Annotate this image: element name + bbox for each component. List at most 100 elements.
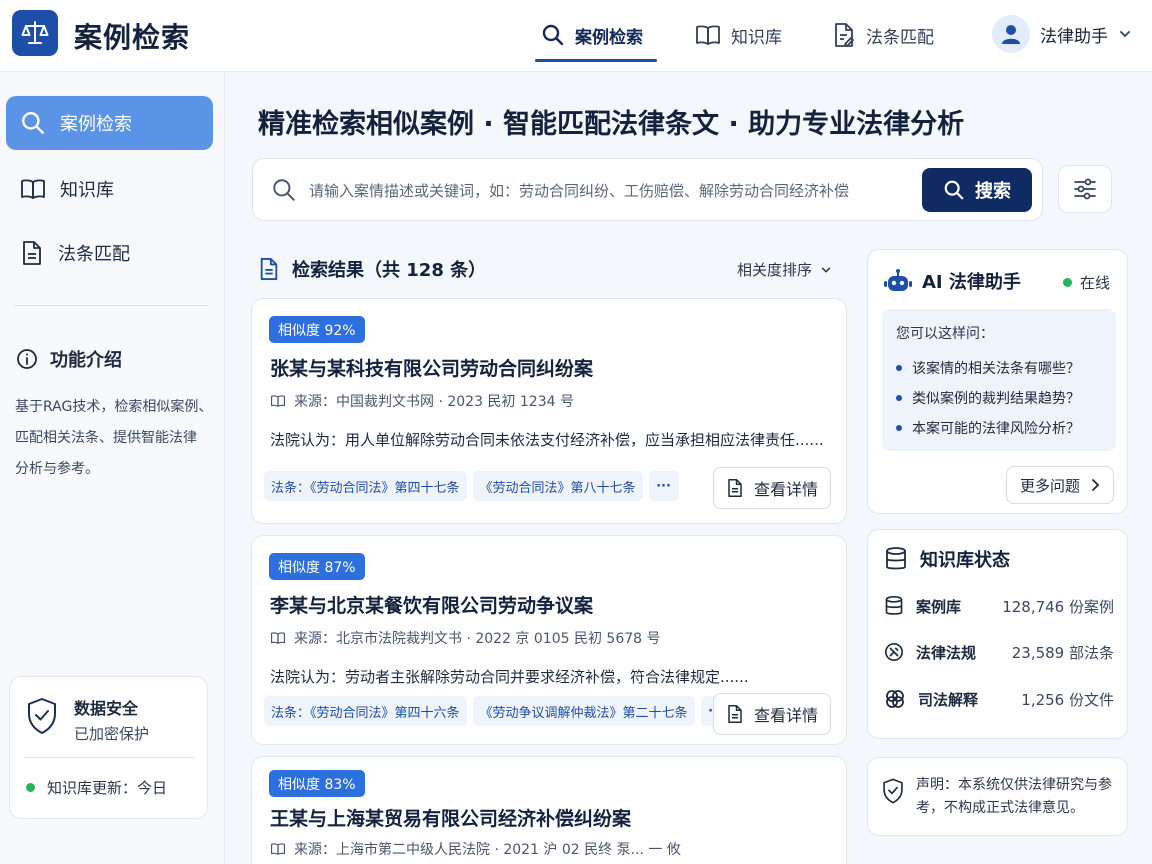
online-status: 在线 xyxy=(1063,272,1110,293)
sidebar-item-label: 案例检索 xyxy=(60,114,132,135)
active-tab-indicator xyxy=(535,59,657,62)
bullet-icon xyxy=(896,395,902,401)
kb-stat-row: 法律法规 23,589 部法条 xyxy=(884,640,1114,664)
filter-button[interactable] xyxy=(1058,165,1112,213)
nav-tab-case-search[interactable]: 案例检索 xyxy=(541,18,643,52)
case-summary: 法院认为：用人单位解除劳动合同未依法支付经济补偿，应当承担相应法律责任.....… xyxy=(270,431,824,449)
sidebar: 案例检索 知识库 法条匹配 功能介绍 基于RAG技术，检索相似案例、 匹配相关法… xyxy=(0,72,225,864)
case-card[interactable]: 相似度 92% 张某与某科技有限公司劳动合同纠纷案 来源：中国裁判文书网 · 2… xyxy=(251,298,847,524)
book-icon xyxy=(696,25,720,45)
nav-tab-label: 案例检索 xyxy=(575,27,643,48)
kb-stat-label: 法律法规 xyxy=(916,643,977,662)
search-placeholder: 请输入案情描述或关键词，如：劳动合同纠纷、工伤赔偿、解除劳动合同经济补偿 xyxy=(309,182,850,200)
page-slogan: 精准检索相似案例 · 智能匹配法律条文 · 助力专业法律分析 xyxy=(258,109,965,140)
chevron-right-icon xyxy=(1092,479,1100,491)
sidebar-item-label: 知识库 xyxy=(60,180,114,201)
feature-intro-description: 基于RAG技术，检索相似案例、 匹配相关法条、提供智能法律 分析与参考。 xyxy=(15,392,215,485)
statute-tags: 法条：《劳动合同法》第四十六条 《劳动争议调解仲裁法》第二十七条 ··· xyxy=(264,696,731,726)
more-tags-icon[interactable]: ··· xyxy=(648,471,679,501)
bullet-icon xyxy=(896,425,902,431)
similarity-badge: 相似度 87% xyxy=(269,553,365,580)
suggested-question[interactable]: 该案情的相关法条有哪些？ xyxy=(896,353,1080,383)
suggested-list: 该案情的相关法条有哪些？ 类似案例的裁判结果趋势？ 本案可能的法律风险分析？ xyxy=(896,353,1080,443)
search-icon xyxy=(22,112,44,134)
security-title: 数据安全 xyxy=(74,699,139,718)
view-details-button[interactable]: 查看详情 xyxy=(713,467,831,509)
kb-stat-row: 司法解释 1,256 份文件 xyxy=(884,687,1114,711)
kb-update-status: 知识库更新：今日 xyxy=(26,777,167,798)
statute-tag[interactable]: 法条：《劳动合同法》第四十六条 xyxy=(264,696,467,726)
avatar xyxy=(992,15,1030,53)
case-card[interactable]: 相似度 83% 王某与上海某贸易有限公司经济补偿纠纷案 来源：上海市第二中级人民… xyxy=(251,756,847,864)
case-source-text: 来源：上海市第二中级人民法院 · 2021 沪 02 民终 泵... 一 攸 xyxy=(294,842,681,858)
kb-update-text: 知识库更新：今日 xyxy=(47,779,168,797)
feature-intro-title: 功能介绍 xyxy=(50,350,122,371)
statute-tag[interactable]: 法条：《劳动合同法》第四十七条 xyxy=(264,471,467,501)
suggested-question-text: 本案可能的法律风险分析？ xyxy=(912,421,1080,437)
security-divider xyxy=(24,757,194,758)
search-button[interactable]: 搜索 xyxy=(922,168,1032,212)
suggested-question[interactable]: 本案可能的法律风险分析？ xyxy=(896,413,1080,443)
sort-label: 相关度排序 xyxy=(737,261,813,279)
document-icon xyxy=(728,479,742,497)
statute-tag[interactable]: 《劳动合同法》第八十七条 xyxy=(472,471,643,501)
document-edit-icon xyxy=(835,23,854,47)
shield-check-icon xyxy=(882,778,904,804)
database-icon xyxy=(885,595,903,615)
knowledge-base-status-panel: 知识库状态 案例库 128,746 份案例 法律法规 23,589 部法条 司法… xyxy=(867,529,1128,739)
case-source: 来源：北京市法院裁判文书 · 2022 京 0105 民初 5678 号 xyxy=(270,628,661,648)
view-details-label: 查看详情 xyxy=(753,480,818,499)
feature-line: 匹配相关法条、提供智能法律 xyxy=(15,430,197,446)
suggested-questions: 您可以这样问： 该案情的相关法条有哪些？ 类似案例的裁判结果趋势？ 本案可能的法… xyxy=(882,309,1116,451)
feature-line: 基于RAG技术，检索相似案例、 xyxy=(15,399,213,415)
book-icon xyxy=(271,395,285,407)
nav-tab-statute-match[interactable]: 法条匹配 xyxy=(832,18,934,52)
document-icon xyxy=(728,705,742,723)
case-card[interactable]: 相似度 87% 李某与北京某餐饮有限公司劳动争议案 来源：北京市法院裁判文书 ·… xyxy=(251,535,847,745)
sidebar-item-label: 法条匹配 xyxy=(58,244,130,265)
ai-assistant-heading: AI 法律助手 xyxy=(884,268,1021,294)
similarity-badge: 相似度 83% xyxy=(269,770,365,797)
kb-status-heading: 知识库状态 xyxy=(884,546,1010,572)
sliders-icon xyxy=(1074,178,1096,200)
book-icon xyxy=(271,632,285,644)
search-input[interactable]: 请输入案情描述或关键词，如：劳动合同纠纷、工伤赔偿、解除劳动合同经济补偿 搜索 xyxy=(252,158,1043,221)
security-subtitle: 已加密保护 xyxy=(74,725,150,743)
disclaimer-panel: 声明：本系统仅供法律研究与参考，不构成正式法律意见。 xyxy=(867,757,1128,836)
statute-tag[interactable]: 《劳动争议调解仲裁法》第二十七条 xyxy=(472,696,695,726)
search-icon xyxy=(271,177,297,203)
sidebar-item-case-search[interactable]: 案例检索 xyxy=(6,96,213,150)
results-count: 检索结果（共 128 条） xyxy=(292,260,487,281)
sidebar-item-knowledge-base[interactable]: 知识库 xyxy=(6,162,213,216)
view-details-label: 查看详情 xyxy=(753,706,818,725)
kb-status-title: 知识库状态 xyxy=(920,550,1010,571)
view-details-button[interactable]: 查看详情 xyxy=(713,693,831,735)
document-icon xyxy=(23,241,41,265)
book-icon xyxy=(21,179,45,199)
book-icon xyxy=(271,843,285,855)
database-icon xyxy=(886,547,906,570)
search-button-label: 搜索 xyxy=(975,181,1011,202)
data-security-card: 数据安全 已加密保护 知识库更新：今日 xyxy=(9,676,208,819)
document-icon xyxy=(260,257,278,280)
sidebar-item-statute-match[interactable]: 法条匹配 xyxy=(6,226,213,280)
ai-assistant-panel: AI 法律助手 在线 您可以这样问： 该案情的相关法条有哪些？ 类似案例的裁判结… xyxy=(867,249,1128,514)
similarity-badge: 相似度 92% xyxy=(269,316,365,343)
nav-tab-knowledge-base[interactable]: 知识库 xyxy=(695,18,782,52)
suggested-question[interactable]: 类似案例的裁判结果趋势？ xyxy=(896,383,1080,413)
more-questions-button[interactable]: 更多问题 xyxy=(1006,466,1114,504)
case-title[interactable]: 张某与某科技有限公司劳动合同纠纷案 xyxy=(270,354,593,381)
case-title[interactable]: 王某与上海某贸易有限公司经济补偿纠纷案 xyxy=(270,804,631,831)
robot-icon xyxy=(884,269,912,291)
user-name: 法律助手 xyxy=(1040,26,1108,47)
search-icon xyxy=(944,180,964,200)
interpretation-icon xyxy=(886,690,904,708)
kb-stat-label: 案例库 xyxy=(916,597,962,616)
suggested-intro: 您可以这样问： xyxy=(896,326,994,342)
online-dot-icon xyxy=(1063,278,1072,287)
app-title: 案例检索 xyxy=(74,21,191,54)
online-status-text: 在线 xyxy=(1080,274,1111,292)
sort-dropdown[interactable]: 相关度排序 xyxy=(737,259,832,280)
user-menu[interactable]: 法律助手 xyxy=(992,14,1132,54)
case-title[interactable]: 李某与北京某餐饮有限公司劳动争议案 xyxy=(270,591,593,618)
